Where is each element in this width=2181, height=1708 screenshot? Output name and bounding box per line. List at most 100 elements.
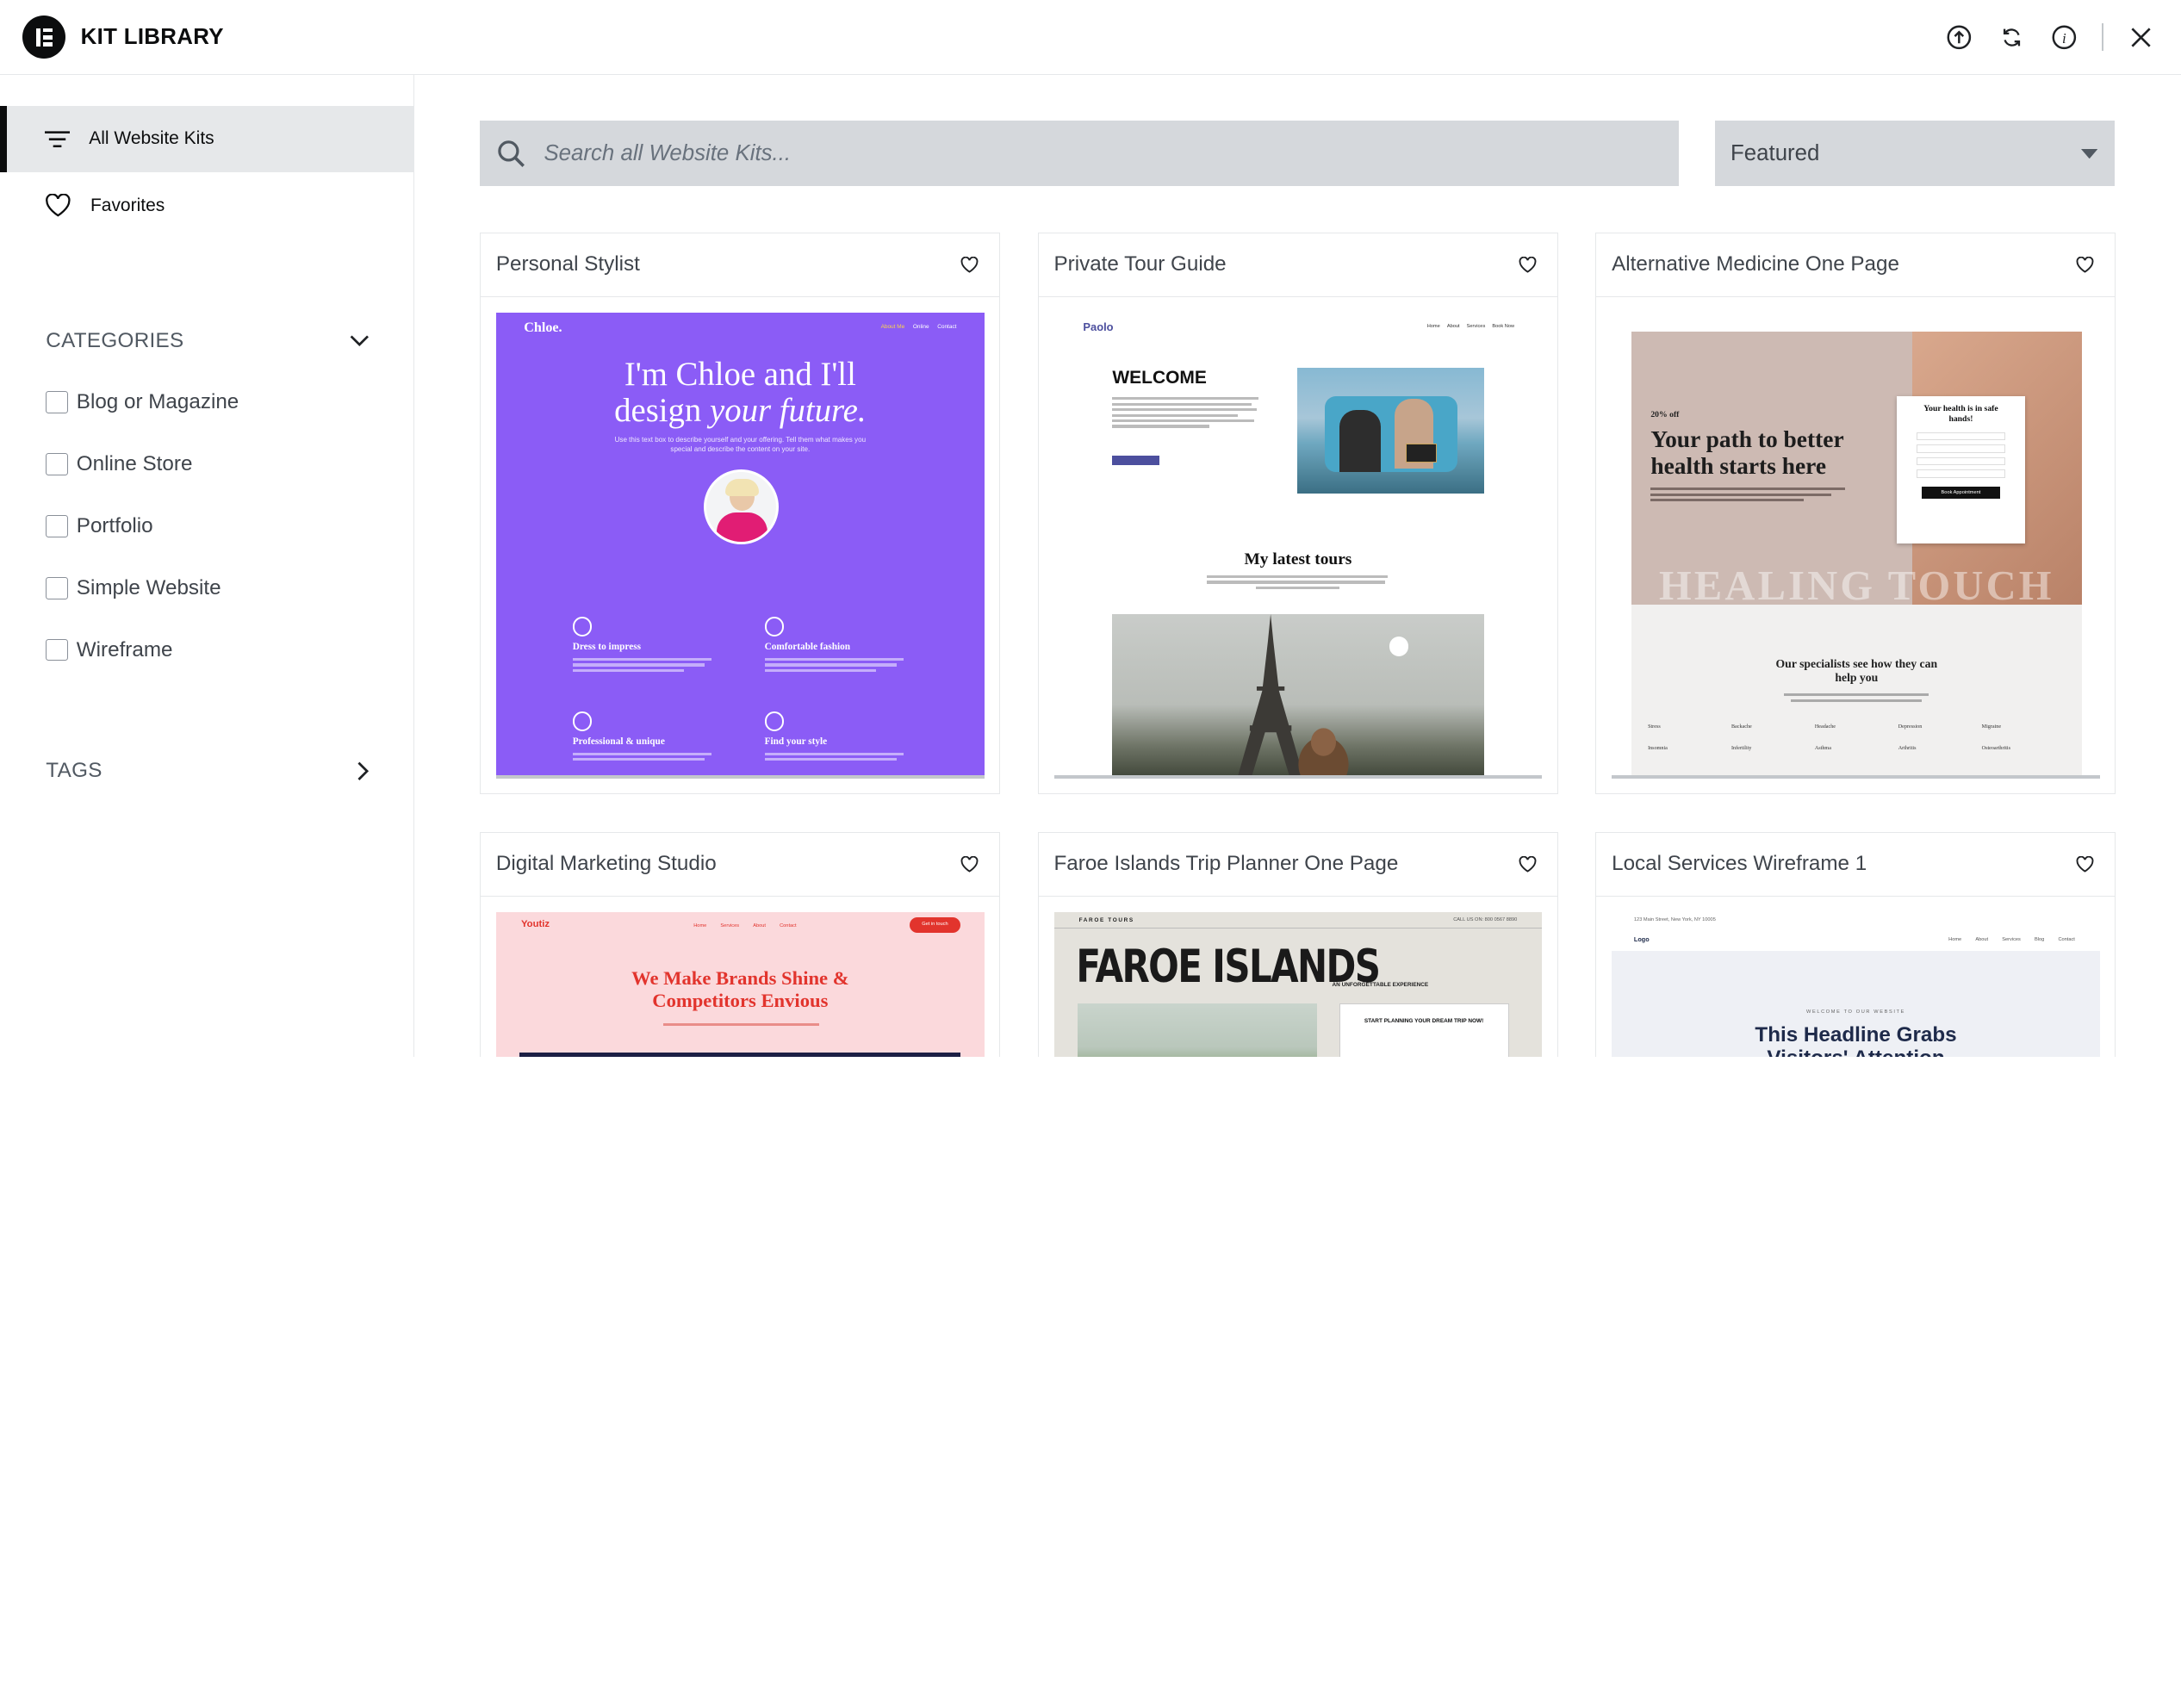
sidebar-item-favorites[interactable]: Favorites bbox=[0, 172, 413, 239]
preview-logo: Chloe. bbox=[524, 320, 562, 336]
preview-brand: FAROE TOURS bbox=[1078, 917, 1134, 924]
kit-card-header: Personal Stylist bbox=[481, 233, 1000, 297]
preview-logo: Paolo bbox=[1083, 320, 1114, 334]
sync-button[interactable] bbox=[1993, 19, 2029, 55]
heart-icon bbox=[2076, 256, 2094, 273]
sidebar-item-all-website-kits[interactable]: All Website Kits bbox=[0, 105, 414, 173]
favorite-button[interactable] bbox=[1519, 256, 1537, 273]
favorite-button[interactable] bbox=[2076, 256, 2094, 273]
kit-preview[interactable]: Youtiz Home Services About Contact Get in t… bbox=[495, 911, 985, 1058]
category-portfolio[interactable]: Portfolio bbox=[0, 495, 413, 557]
category-label: Portfolio bbox=[76, 513, 153, 537]
preview-section-title: My latest tours bbox=[1244, 550, 1352, 568]
category-label: Blog or Magazine bbox=[76, 390, 239, 414]
preview-slider-dot bbox=[1389, 637, 1409, 656]
kit-preview-wrap[interactable]: FAROE TOURS CALL US ON: 800 0567 8890 FA… bbox=[1039, 897, 1557, 1058]
upload-icon bbox=[1947, 25, 1971, 49]
search-input[interactable] bbox=[544, 140, 1630, 166]
elementor-logo-icon bbox=[22, 16, 65, 59]
preview-menu: About Me Online Contact bbox=[880, 323, 957, 330]
kit-preview[interactable]: FAROE TOURS CALL US ON: 800 0567 8890 FA… bbox=[1053, 911, 1543, 1058]
favorite-button[interactable] bbox=[960, 855, 979, 873]
preview-text-lines bbox=[1112, 397, 1258, 428]
heart-icon bbox=[2076, 855, 2094, 873]
close-button[interactable] bbox=[2123, 19, 2159, 55]
category-simple-website[interactable]: Simple Website bbox=[0, 557, 413, 619]
chevron-right-icon bbox=[357, 761, 370, 781]
checkbox[interactable] bbox=[46, 576, 69, 599]
kit-card[interactable]: Local Services Wireframe 1 123 Main Stre… bbox=[1595, 831, 2116, 1058]
preview-logo: Youtiz bbox=[520, 918, 550, 929]
top-bar: KIT LIBRARY i bbox=[0, 0, 2181, 76]
sync-icon bbox=[2003, 28, 2020, 47]
sort-select[interactable]: Featured bbox=[1715, 121, 2115, 187]
category-online-store[interactable]: Online Store bbox=[0, 433, 413, 495]
kit-preview-wrap[interactable]: Chloe. About Me Online Contact I'm Chloe a… bbox=[481, 297, 999, 794]
kit-title: Local Services Wireframe 1 bbox=[1612, 852, 1867, 876]
categories-heading: CATEGORIES bbox=[46, 328, 184, 352]
preview-tagline: AN UNFORGETTABLE EXPERIENCE bbox=[1332, 981, 1429, 988]
kit-title: Faroe Islands Trip Planner One Page bbox=[1053, 852, 1399, 876]
search-bar[interactable] bbox=[480, 121, 1680, 187]
search-icon bbox=[497, 140, 525, 168]
kit-preview[interactable]: 20% off Your path to better health start… bbox=[1612, 312, 2100, 779]
preview-form: START PLANNING YOUR DREAM TRIP NOW! bbox=[1339, 1003, 1509, 1058]
kit-preview[interactable]: Paolo Home About Services Book Now WELCOME bbox=[1053, 312, 1543, 779]
kit-title: Digital Marketing Studio bbox=[495, 852, 717, 876]
info-button[interactable]: i bbox=[2047, 19, 2083, 55]
checkbox[interactable] bbox=[46, 453, 69, 475]
kit-card[interactable]: Digital Marketing Studio Youtiz Home Serv… bbox=[480, 831, 1001, 1058]
favorite-button[interactable] bbox=[960, 256, 979, 273]
preview-hero: 20% off Your path to better health start… bbox=[1631, 332, 2082, 609]
category-label: Online Store bbox=[76, 451, 193, 475]
checkbox[interactable] bbox=[46, 514, 69, 537]
kit-card[interactable]: Faroe Islands Trip Planner One Page FARO… bbox=[1037, 831, 1558, 1058]
preview-welcome: WELCOME bbox=[1112, 368, 1207, 388]
categories-toggle[interactable]: CATEGORIES bbox=[0, 320, 413, 361]
preview-portrait bbox=[703, 469, 779, 545]
kit-card[interactable]: Personal Stylist Chloe. About Me Online Co… bbox=[480, 232, 1001, 795]
preview-feature: Dress to impress bbox=[572, 617, 712, 672]
preview-specialists: Our specialists see how they can help yo… bbox=[1631, 604, 2082, 775]
kit-preview-wrap[interactable]: Youtiz Home Services About Contact Get in t… bbox=[481, 897, 999, 1058]
sidebar-item-label: All Website Kits bbox=[89, 128, 214, 149]
kit-preview-wrap[interactable]: 20% off Your path to better health start… bbox=[1596, 297, 2115, 794]
preview-hero: WELCOME TO OUR WEBSITE This Headline Gra… bbox=[1612, 950, 2100, 1058]
category-label: Simple Website bbox=[76, 575, 221, 599]
kit-card[interactable]: Alternative Medicine One Page 20% off Yo… bbox=[1595, 232, 2116, 795]
preview-headline: I'm Chloe and I'll design your future. bbox=[614, 356, 867, 430]
kit-card-header: Digital Marketing Studio bbox=[481, 833, 1000, 897]
filter-icon bbox=[44, 131, 70, 147]
checkbox[interactable] bbox=[46, 391, 69, 413]
category-blog-or-magazine[interactable]: Blog or Magazine bbox=[0, 371, 413, 433]
preview-photo bbox=[1077, 1003, 1317, 1058]
favorite-button[interactable] bbox=[2076, 855, 2094, 873]
preview-watermark: HEALING TOUCH bbox=[1658, 563, 2054, 610]
search-row: Featured bbox=[480, 121, 2115, 187]
category-wireframe[interactable]: Wireframe bbox=[0, 619, 413, 681]
preview-menu: Home About Services Book Now bbox=[1426, 323, 1515, 329]
kit-preview[interactable]: 123 Main Street, New York, NY 10005 Logo… bbox=[1612, 911, 2100, 1058]
heart-icon bbox=[1519, 855, 1536, 873]
kit-preview-wrap[interactable]: Paolo Home About Services Book Now WELCOME bbox=[1039, 297, 1557, 794]
kit-title: Private Tour Guide bbox=[1053, 252, 1227, 276]
preview-headline: We Make Brands Shine & Competitors Envio… bbox=[631, 967, 849, 1012]
preview-address: 123 Main Street, New York, NY 10005 bbox=[1633, 917, 1716, 923]
kit-preview-wrap[interactable]: 123 Main Street, New York, NY 10005 Logo… bbox=[1596, 897, 2115, 1058]
checkbox[interactable] bbox=[46, 638, 69, 661]
kit-preview[interactable]: Chloe. About Me Online Contact I'm Chloe a… bbox=[495, 312, 985, 779]
kit-card-header: Faroe Islands Trip Planner One Page bbox=[1038, 833, 1557, 897]
close-icon bbox=[2131, 27, 2151, 47]
heart-icon bbox=[960, 256, 979, 273]
heart-icon bbox=[960, 855, 979, 873]
kit-card[interactable]: Private Tour Guide Paolo Home About Servic… bbox=[1037, 232, 1558, 795]
preview-feature: Professional & unique bbox=[572, 711, 712, 761]
tags-toggle[interactable]: TAGS bbox=[0, 750, 413, 792]
sort-selected-value: Featured bbox=[1731, 140, 1820, 165]
kit-title: Alternative Medicine One Page bbox=[1612, 252, 1899, 276]
import-button[interactable] bbox=[1941, 19, 1977, 55]
preview-photo bbox=[1297, 368, 1484, 494]
kit-library-app: KIT LIBRARY i All Website Kits Favorites… bbox=[0, 0, 2181, 1058]
kit-card-header: Local Services Wireframe 1 bbox=[1596, 833, 2116, 897]
favorite-button[interactable] bbox=[1519, 855, 1537, 873]
